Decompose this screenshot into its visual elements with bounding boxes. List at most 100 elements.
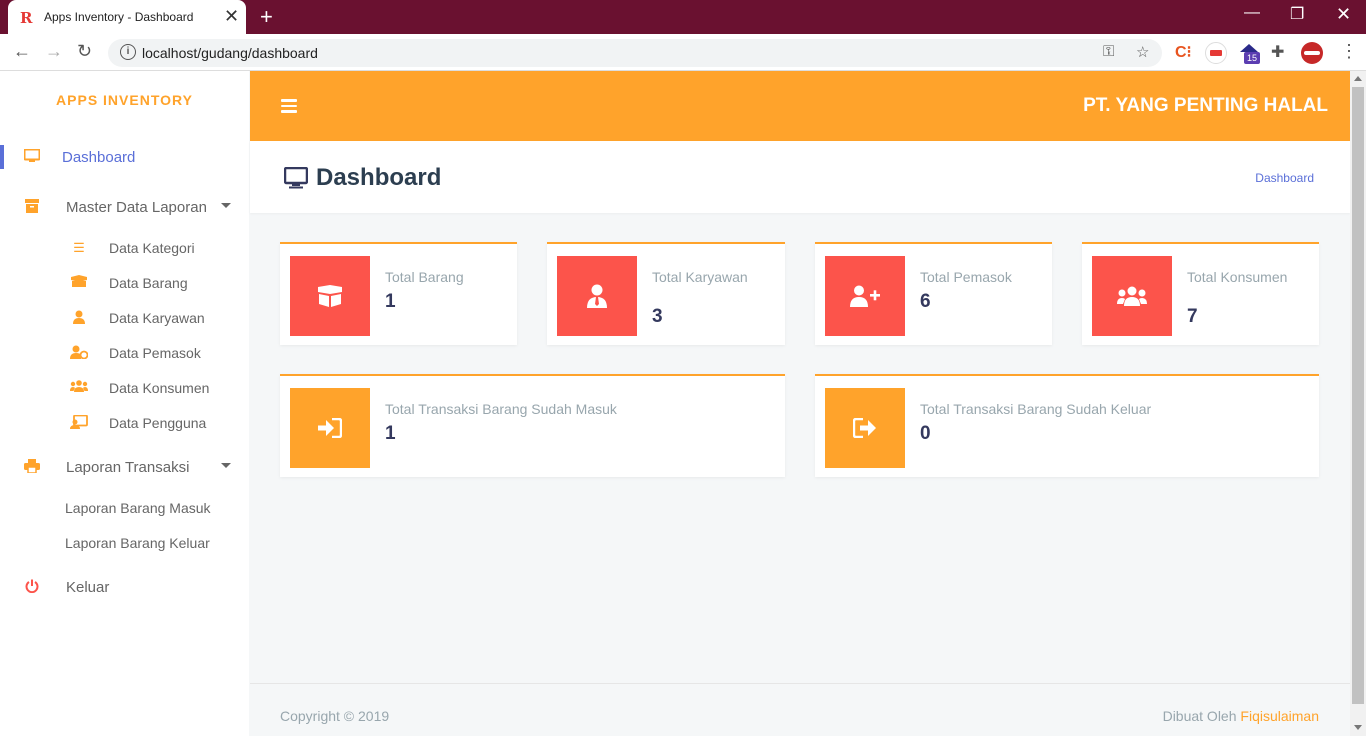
page-title: Dashboard (316, 164, 442, 191)
key-icon[interactable]: ⚿ (1103, 43, 1114, 60)
stat-card-transaksi-keluar: Total Transaksi Barang Sudah Keluar 0 (815, 374, 1319, 477)
user-plus-icon (825, 256, 905, 336)
stat-card-barang: Total Barang 1 (280, 242, 517, 345)
breadcrumb[interactable]: Dashboard (1255, 171, 1314, 185)
restore-icon[interactable]: ❐ (1290, 4, 1304, 24)
users-icon (70, 380, 88, 395)
profile-avatar[interactable] (1301, 42, 1323, 64)
box-icon (70, 275, 88, 290)
browser-menu-icon[interactable]: ⋮ (1340, 41, 1358, 62)
stat-card-transaksi-masuk: Total Transaksi Barang Sudah Masuk 1 (280, 374, 785, 477)
sidebar-item-data-pengguna[interactable]: Data Pengguna (0, 409, 249, 439)
stat-label: Total Pemasok (920, 269, 1012, 285)
scrollbar[interactable] (1350, 71, 1366, 736)
reload-icon[interactable]: ↻ (77, 41, 92, 62)
close-window-icon[interactable]: ✕ (1336, 4, 1351, 25)
sidebar-item-data-konsumen[interactable]: Data Konsumen (0, 374, 249, 404)
stat-value: 7 (1187, 306, 1198, 327)
tab-title: Apps Inventory - Dashboard (44, 10, 194, 24)
sidebar-item-keluar[interactable]: Keluar (0, 569, 249, 605)
brand-logo[interactable]: APPS INVENTORY (0, 92, 249, 108)
star-icon[interactable]: ☆ (1136, 43, 1149, 61)
sidebar-item-label: Data Karyawan (109, 310, 205, 326)
sidebar-item-label: Laporan Barang Keluar (65, 535, 210, 551)
scroll-up-icon[interactable] (1354, 76, 1362, 81)
user-icon (70, 310, 88, 327)
company-name: PT. YANG PENTING HALAL (1083, 95, 1328, 116)
stat-value: 3 (652, 306, 663, 327)
sidebar-item-data-barang[interactable]: Data Barang (0, 269, 249, 299)
scroll-down-icon[interactable] (1354, 725, 1362, 730)
sidebar-item-label: Data Konsumen (109, 380, 210, 396)
sidebar-item-label: Data Pemasok (109, 345, 201, 361)
caret-down-icon (221, 203, 231, 208)
minimize-icon[interactable]: — (1244, 4, 1260, 22)
user-cog-icon (70, 345, 89, 362)
info-icon[interactable]: i (120, 44, 136, 60)
author-link[interactable]: Fiqisulaiman (1240, 708, 1319, 724)
sidebar-item-data-pemasok[interactable]: Data Pemasok (0, 339, 249, 369)
sidebar-item-master-data[interactable]: Master Data Laporan (0, 189, 249, 225)
sidebar-item-data-kategori[interactable]: ☰ Data Kategori (0, 234, 249, 264)
footer: Copyright © 2019 Dibuat Oleh Fiqisulaima… (250, 683, 1350, 736)
extension-badge-icon[interactable] (1205, 42, 1227, 64)
hamburger-menu-icon[interactable] (281, 99, 297, 113)
stat-value: 1 (385, 291, 396, 312)
close-tab-icon[interactable]: ✕ (224, 6, 239, 27)
power-icon (24, 579, 40, 595)
sidebar: APPS INVENTORY Dashboard Master Data Lap… (0, 71, 249, 736)
sidebar-item-laporan-transaksi[interactable]: Laporan Transaksi (0, 449, 249, 485)
sidebar-item-label: Dashboard (62, 149, 136, 166)
box-icon (290, 256, 370, 336)
scrollbar-thumb[interactable] (1352, 87, 1364, 704)
browser-tab[interactable]: R Apps Inventory - Dashboard ✕ (8, 0, 246, 34)
sidebar-item-laporan-keluar[interactable]: Laporan Barang Keluar (0, 529, 249, 559)
sidebar-item-label: Data Barang (109, 275, 188, 291)
print-icon (24, 459, 40, 475)
stat-label: Total Transaksi Barang Sudah Keluar (920, 401, 1152, 417)
sidebar-item-label: Data Pengguna (109, 415, 207, 431)
extension-c-icon[interactable]: C⁝ (1175, 42, 1193, 62)
stat-label: Total Konsumen (1187, 269, 1288, 285)
stat-value: 6 (920, 291, 931, 312)
section-header: Dashboard Dashboard (250, 141, 1350, 213)
address-bar: ← → ↻ i localhost/gudang/dashboard ⚿ ☆ C… (0, 34, 1366, 71)
omnibox[interactable]: i localhost/gudang/dashboard ⚿ ☆ (108, 39, 1162, 67)
sidebar-item-laporan-masuk[interactable]: Laporan Barang Masuk (0, 494, 249, 524)
sidebar-item-dashboard[interactable]: Dashboard (0, 139, 249, 175)
sign-out-icon (825, 388, 905, 468)
stat-card-konsumen: Total Konsumen 7 (1082, 242, 1319, 345)
made-by-prefix: Dibuat Oleh (1162, 708, 1241, 724)
sidebar-item-label: Laporan Transaksi (66, 459, 190, 476)
stat-card-pemasok: Total Pemasok 6 (815, 242, 1052, 345)
stat-card-karyawan: Total Karyawan 3 (547, 242, 785, 345)
top-navbar: PT. YANG PENTING HALAL (250, 71, 1350, 141)
stat-value: 0 (920, 423, 931, 444)
new-tab-icon[interactable]: + (260, 4, 273, 30)
url-text[interactable]: localhost/gudang/dashboard (142, 45, 318, 61)
sidebar-item-label: Data Kategori (109, 240, 195, 256)
made-by: Dibuat Oleh Fiqisulaiman (1163, 708, 1319, 724)
stat-value: 1 (385, 423, 396, 444)
extension-count: 15 (1244, 52, 1260, 64)
stat-label: Total Barang (385, 269, 464, 285)
extension-graduation-icon[interactable]: 15 (1240, 44, 1260, 64)
copyright-text: Copyright © 2019 (280, 708, 390, 724)
forward-icon[interactable]: → (45, 41, 63, 62)
users-icon (1092, 256, 1172, 336)
archive-icon (24, 199, 40, 215)
sidebar-item-data-karyawan[interactable]: Data Karyawan (0, 304, 249, 334)
sidebar-item-label: Laporan Barang Masuk (65, 500, 211, 516)
sidebar-item-label: Master Data Laporan (66, 199, 207, 216)
browser-tab-bar: R Apps Inventory - Dashboard ✕ + — ❐ ✕ (0, 0, 1366, 34)
sidebar-item-label: Keluar (66, 579, 110, 596)
user-tie-icon (557, 256, 637, 336)
monitor-icon (283, 166, 309, 189)
caret-down-icon (221, 463, 231, 468)
id-card-icon (70, 414, 88, 432)
stat-label: Total Karyawan (652, 269, 748, 285)
extensions-puzzle-icon[interactable]: ✚ (1271, 42, 1284, 62)
back-icon[interactable]: ← (13, 41, 31, 62)
stat-label: Total Transaksi Barang Sudah Masuk (385, 401, 617, 417)
sign-in-icon (290, 388, 370, 468)
